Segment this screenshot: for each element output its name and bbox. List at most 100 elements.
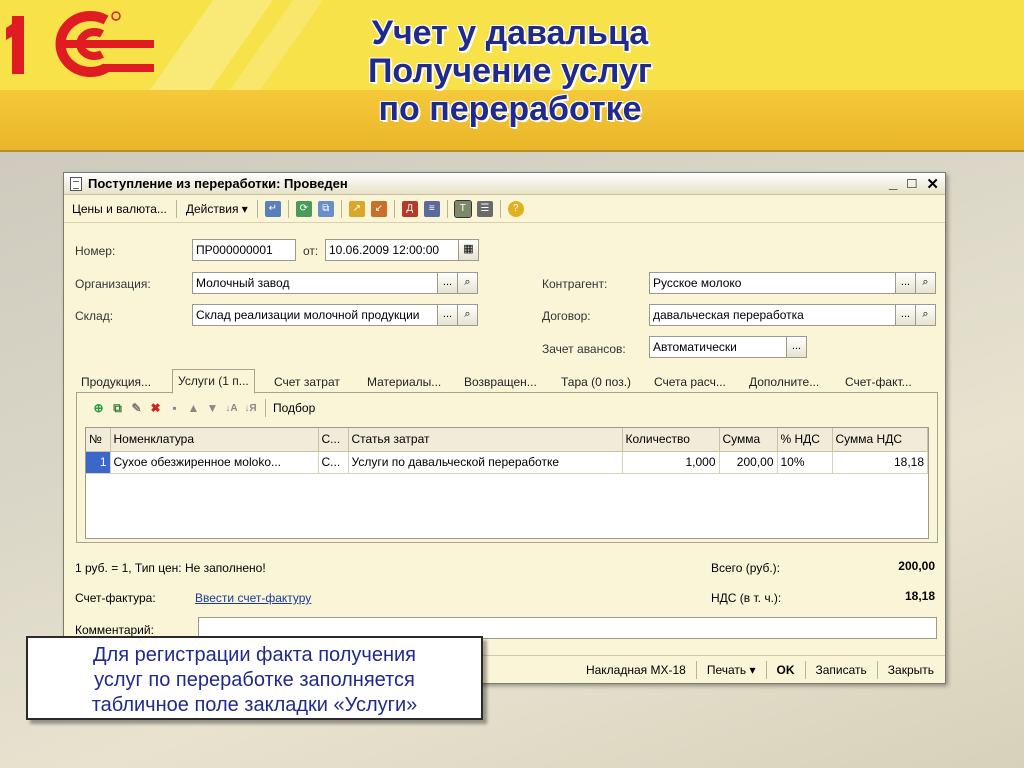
actions-label: Действия (185, 201, 239, 216)
row-vat-rate[interactable]: 10% (777, 451, 833, 474)
column-header-sum[interactable]: Сумма (719, 428, 778, 452)
delete-row-icon[interactable]: ✖ (148, 401, 163, 416)
row-vat-sum[interactable]: 18,18 (832, 451, 928, 474)
invoice-label: Счет-фактура: (75, 591, 156, 605)
edit-row-icon[interactable]: ✎ (129, 401, 144, 416)
report-icon[interactable]: ≡ (423, 200, 440, 217)
row-cost-item[interactable]: Услуги по давальческой переработке (348, 451, 623, 474)
number-field[interactable]: ПР000000001 (192, 239, 296, 261)
calendar-icon[interactable]: ▦ (458, 239, 479, 261)
copy-icon[interactable]: ⧉ (317, 200, 334, 217)
tab-invoice[interactable]: Счет-факт... (840, 371, 917, 393)
save-button[interactable]: Записать (811, 660, 872, 680)
toolbar-separator (876, 660, 878, 679)
tab-products[interactable]: Продукция... (76, 371, 156, 393)
slide-title: Учет у давальца Получение услуг по перер… (290, 14, 730, 128)
add-row-icon[interactable]: ⊕ (91, 401, 106, 416)
row-c[interactable]: С... (318, 451, 349, 474)
column-header-number[interactable]: № (86, 428, 111, 452)
organization-search-icon[interactable]: ⌕ (457, 272, 478, 294)
row-sum[interactable]: 200,00 (719, 451, 778, 474)
counterparty-select-button[interactable]: ... (895, 272, 916, 294)
comment-label: Комментарий: (75, 623, 154, 637)
organization-field[interactable]: Молочный завод (192, 272, 438, 294)
row-number: 1 (86, 451, 111, 474)
row-item[interactable]: Сухое обезжиренное моloko... (110, 451, 319, 474)
post-icon[interactable]: ↵ (264, 200, 281, 217)
tab-strip: Продукция... Услуги (1 п... Счет затрат … (76, 369, 938, 394)
refresh-icon[interactable]: ⟳ (295, 200, 312, 217)
toolbar-separator (765, 660, 767, 679)
advances-select-button[interactable]: ... (786, 336, 807, 358)
counterparty-field[interactable]: Русское молоко (649, 272, 896, 294)
help-icon[interactable]: ? (507, 200, 524, 217)
ok-button[interactable]: OK (772, 660, 800, 680)
toolbar-separator (340, 199, 342, 218)
print-menu-button[interactable]: Печать ▾ (702, 660, 761, 680)
table-row[interactable]: 1 Сухое обезжиренное моloko... С... Услу… (86, 451, 928, 474)
column-header-quantity[interactable]: Количество (622, 428, 720, 452)
actions-menu-button[interactable]: Действия ▾ (182, 200, 252, 218)
date-field[interactable]: 10.06.2009 12:00:00 (325, 239, 459, 261)
maximize-button[interactable]: □ (907, 175, 916, 193)
column-header-cost-item[interactable]: Статья затрат (348, 428, 623, 452)
contract-field[interactable]: давальческая переработка (649, 304, 896, 326)
pick-button[interactable]: Подбор (273, 401, 315, 415)
contract-search-icon[interactable]: ⌕ (915, 304, 936, 326)
contract-select-button[interactable]: ... (895, 304, 916, 326)
waybill-mx18-button[interactable]: Накладная МХ-18 (581, 660, 691, 680)
enter-invoice-link[interactable]: Ввести счет-фактуру (195, 591, 311, 605)
toolbar-separator (287, 199, 289, 218)
minimize-button[interactable]: _ (889, 175, 897, 193)
vat-value: 18,18 (904, 589, 935, 603)
date-from-label: от: (303, 244, 319, 258)
toolbar-separator (175, 199, 177, 218)
row-quantity[interactable]: 1,000 (622, 451, 720, 474)
tab-cost-account[interactable]: Счет затрат (269, 371, 345, 393)
warehouse-search-icon[interactable]: ⌕ (457, 304, 478, 326)
move-up-icon[interactable]: ▲ (186, 401, 201, 416)
based-on-icon[interactable]: ↗ (348, 200, 365, 217)
column-header-vat-rate[interactable]: % НДС (777, 428, 833, 452)
toolbar-separator (393, 199, 395, 218)
title-line: Учет у давальца (371, 14, 649, 52)
advances-field[interactable]: Автоматически (649, 336, 787, 358)
move-down-icon[interactable]: ▼ (205, 401, 220, 416)
vat-label: НДС (в т. ч.): (711, 591, 782, 605)
tab-services[interactable]: Услуги (1 п... (172, 369, 255, 394)
sort-asc-icon[interactable]: ↓A (224, 401, 239, 416)
explanation-callout: Для регистрации факта получения услуг по… (26, 636, 483, 720)
warehouse-field[interactable]: Склад реализации молочной продукции (192, 304, 438, 326)
close-window-button[interactable]: Закрыть (883, 660, 939, 680)
tab-additional[interactable]: Дополните... (744, 371, 824, 393)
dt-kt-icon[interactable]: Д (401, 200, 418, 217)
tab-materials[interactable]: Материалы... (362, 371, 446, 393)
total-label: Всего (руб.): (711, 561, 781, 575)
counterparty-label: Контрагент: (542, 277, 608, 291)
window-titlebar[interactable]: Поступление из переработки: Проведен _ □… (64, 173, 945, 195)
end-edit-icon[interactable]: ▪ (167, 401, 182, 416)
main-toolbar: Цены и валюта... Действия ▾ ↵ ⟳ ⧉ ↗ ↙ Д … (64, 195, 945, 223)
counterparty-search-icon[interactable]: ⌕ (915, 272, 936, 294)
list-icon[interactable]: ☰ (476, 200, 493, 217)
sort-desc-icon[interactable]: ↓Я (243, 401, 258, 416)
column-header-vat-sum[interactable]: Сумма НДС (832, 428, 928, 452)
organization-select-button[interactable]: ... (437, 272, 458, 294)
organization-label: Организация: (75, 277, 151, 291)
tax-accounting-icon[interactable]: T (453, 199, 472, 218)
structure-icon[interactable]: ↙ (370, 200, 387, 217)
column-header-c[interactable]: С... (318, 428, 349, 452)
copy-row-icon[interactable]: ⧉ (110, 401, 125, 416)
prices-currency-button[interactable]: Цены и валюта... (68, 200, 171, 218)
document-window: Поступление из переработки: Проведен _ □… (63, 172, 946, 684)
tab-returned[interactable]: Возвращен... (459, 371, 542, 393)
tab-settlement-accounts[interactable]: Счета расч... (649, 371, 731, 393)
close-button[interactable]: ✕ (926, 175, 939, 193)
title-line: по переработке (378, 90, 642, 128)
slide-header: Учет у давальца Получение услуг по перер… (0, 0, 1024, 152)
warehouse-select-button[interactable]: ... (437, 304, 458, 326)
table-toolbar: ⊕ ⧉ ✎ ✖ ▪ ▲ ▼ ↓A ↓Я Подбор (91, 399, 315, 417)
tab-containers[interactable]: Тара (0 поз.) (556, 371, 636, 393)
column-header-item[interactable]: Номенклатура (110, 428, 319, 452)
toolbar-separator (695, 660, 697, 679)
